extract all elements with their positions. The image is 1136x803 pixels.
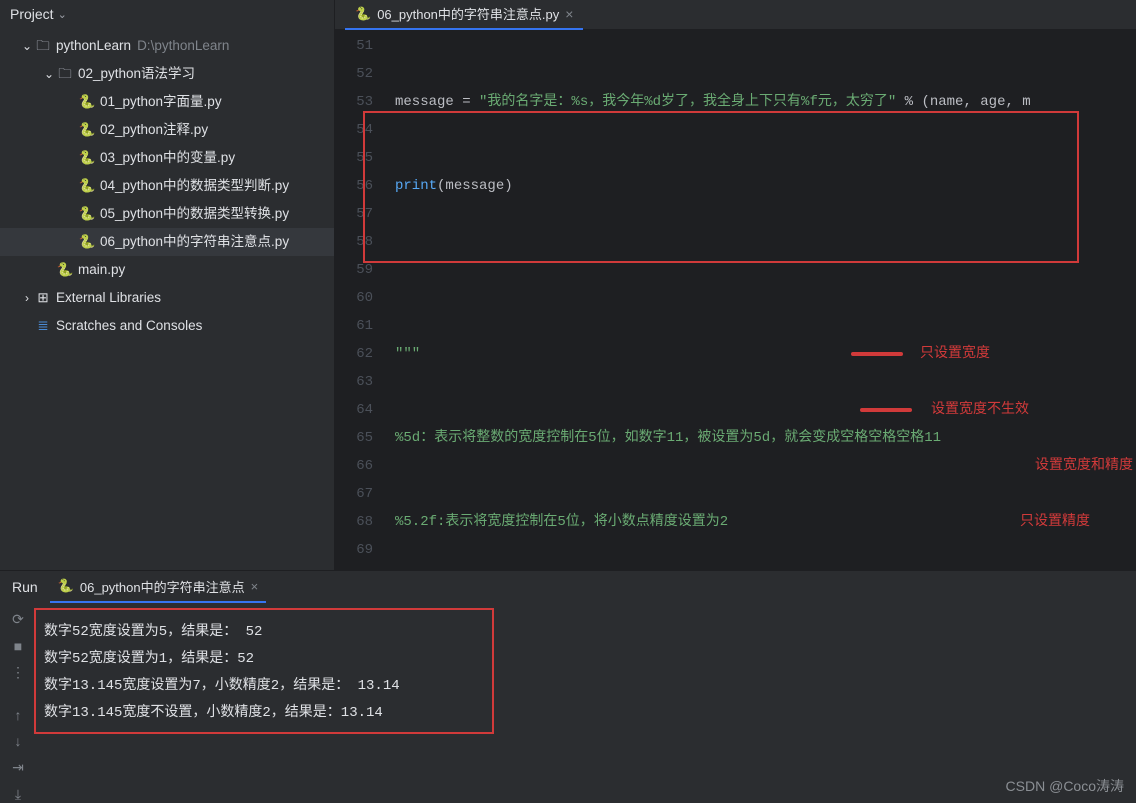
- python-icon: 🐍: [78, 172, 96, 200]
- project-title: Project: [10, 6, 54, 22]
- chevron-down-icon: ⌄: [20, 32, 34, 60]
- vdots-icon[interactable]: ⋮: [11, 664, 25, 681]
- root-path: D:\pythonLearn: [137, 32, 229, 60]
- library-icon: ⊞: [34, 284, 52, 312]
- run-side-toolbar: ⟳ ■ ⋮ ↑ ↓ ⇥ ⤓: [0, 603, 36, 803]
- editor-tab-bar: 🐍 06_python中的字符串注意点.py ×: [335, 0, 1136, 30]
- project-header[interactable]: Project ⌄: [0, 0, 334, 28]
- tree-external[interactable]: ›⊞External Libraries: [0, 284, 334, 312]
- code-content: message = "我的名字是：%s，我今年%d岁了，我全身上下只有%f元，太…: [385, 32, 1136, 570]
- down-icon[interactable]: ↓: [15, 733, 22, 749]
- output-line: 数字13.145宽度不设置，小数精度2，结果是：13.14: [44, 700, 1128, 727]
- stop-icon[interactable]: ■: [14, 638, 22, 654]
- editor-area: 🐍 06_python中的字符串注意点.py × 515253545556575…: [335, 0, 1136, 570]
- python-icon: 🐍: [78, 88, 96, 116]
- output-line: 数字13.145宽度设置为7，小数精度2，结果是： 13.14: [44, 673, 1128, 700]
- output-line: 数字52宽度设置为5，结果是： 52: [44, 619, 1128, 646]
- tree-file[interactable]: 🐍01_python字面量.py: [0, 88, 334, 116]
- close-icon[interactable]: ×: [251, 579, 259, 594]
- annotation-width: 只设置宽度: [920, 338, 990, 366]
- scroll-icon[interactable]: ⤓: [15, 786, 21, 803]
- watermark: CSDN @Coco涛涛: [1006, 776, 1124, 796]
- python-icon: 🐍: [78, 116, 96, 144]
- tree-file[interactable]: 🐍main.py: [0, 256, 334, 284]
- folder-icon: 🗀: [56, 60, 74, 88]
- line-numbers: 51525354555657585960616263646566676869: [335, 32, 385, 570]
- annotation-underline: [860, 408, 912, 412]
- folder-icon: 🗀: [34, 32, 52, 60]
- tree-file[interactable]: 🐍02_python注释.py: [0, 116, 334, 144]
- tree-scratches[interactable]: ≣Scratches and Consoles: [0, 312, 334, 340]
- output-line: 数字52宽度设置为1，结果是：52: [44, 646, 1128, 673]
- up-icon[interactable]: ↑: [15, 707, 22, 723]
- scratch-icon: ≣: [34, 312, 52, 340]
- project-sidebar: Project ⌄ ⌄ 🗀 pythonLearn D:\pythonLearn…: [0, 0, 335, 570]
- tree-file-selected[interactable]: 🐍06_python中的字符串注意点.py: [0, 228, 334, 256]
- tree-root[interactable]: ⌄ 🗀 pythonLearn D:\pythonLearn: [0, 32, 334, 60]
- folder-label: 02_python语法学习: [78, 60, 195, 88]
- python-icon: 🐍: [58, 578, 74, 594]
- run-header: Run 🐍 06_python中的字符串注意点 ×: [0, 571, 1136, 603]
- chevron-right-icon: ›: [20, 284, 34, 312]
- run-panel: Run 🐍 06_python中的字符串注意点 × ⟳ ■ ⋮ ↑ ↓ ⇥ ⤓ …: [0, 570, 1136, 802]
- run-tab[interactable]: 🐍 06_python中的字符串注意点 ×: [50, 571, 267, 603]
- tree-file[interactable]: 🐍05_python中的数据类型转换.py: [0, 200, 334, 228]
- editor-tab[interactable]: 🐍 06_python中的字符串注意点.py ×: [345, 0, 583, 30]
- root-label: pythonLearn: [56, 32, 131, 60]
- tree-folder[interactable]: ⌄ 🗀 02_python语法学习: [0, 60, 334, 88]
- python-icon: 🐍: [78, 228, 96, 256]
- run-output[interactable]: 数字52宽度设置为5，结果是： 52 数字52宽度设置为1，结果是：52 数字1…: [36, 603, 1136, 803]
- python-icon: 🐍: [78, 200, 96, 228]
- project-tree: ⌄ 🗀 pythonLearn D:\pythonLearn ⌄ 🗀 02_py…: [0, 28, 334, 344]
- chevron-down-icon: ⌄: [58, 8, 67, 21]
- close-icon[interactable]: ×: [565, 6, 573, 22]
- python-icon: 🐍: [355, 6, 371, 22]
- run-label: Run: [12, 579, 38, 595]
- wrap-icon[interactable]: ⇥: [12, 759, 24, 776]
- tree-file[interactable]: 🐍04_python中的数据类型判断.py: [0, 172, 334, 200]
- annotation-width-noeffect: 设置宽度不生效: [931, 394, 1029, 422]
- annotation-width-precision: 设置宽度和精度: [1035, 450, 1133, 478]
- tab-label: 06_python中的字符串注意点.py: [377, 4, 559, 23]
- annotation-underline: [851, 352, 903, 356]
- annotation-precision: 只设置精度: [1020, 506, 1090, 534]
- python-icon: 🐍: [78, 144, 96, 172]
- tree-file[interactable]: 🐍03_python中的变量.py: [0, 144, 334, 172]
- code-editor[interactable]: 51525354555657585960616263646566676869 m…: [335, 30, 1136, 570]
- rerun-icon[interactable]: ⟳: [12, 611, 24, 628]
- chevron-down-icon: ⌄: [42, 60, 56, 88]
- python-icon: 🐍: [56, 256, 74, 284]
